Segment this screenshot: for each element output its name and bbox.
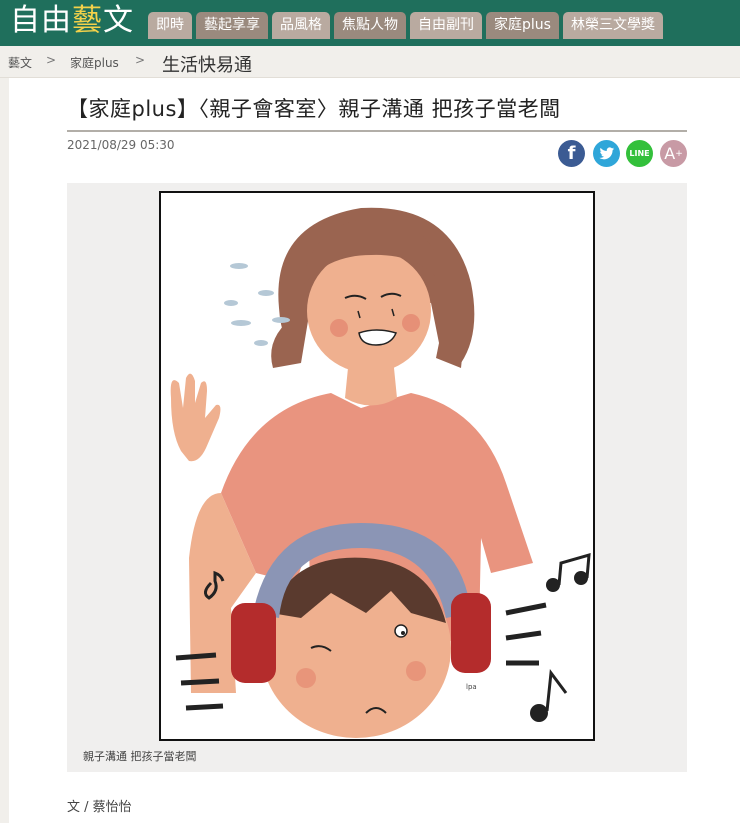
line-share-button[interactable]: LINE [626, 140, 653, 167]
tab-style[interactable]: 品風格 [272, 12, 330, 39]
site-logo[interactable]: 自由藝文 [10, 4, 134, 38]
breadcrumb: 藝文 > 家庭plus > 生活快易通 [0, 46, 740, 78]
article-image-block: lpa 親子溝通 把孩子當老闆 [67, 183, 687, 772]
article-illustration[interactable]: lpa [159, 191, 595, 741]
breadcrumb-home[interactable]: 藝文 [8, 54, 32, 71]
line-icon: LINE [629, 149, 650, 158]
tab-supplement[interactable]: 自由副刊 [410, 12, 482, 39]
twitter-share-button[interactable] [593, 140, 620, 167]
twitter-bird-icon [598, 146, 614, 159]
font-size-button[interactable]: A + [660, 140, 687, 167]
image-caption: 親子溝通 把孩子當老闆 [83, 750, 197, 763]
article-date: 2021/08/29 05:30 [67, 138, 175, 152]
logo-text-end: 文 [103, 3, 134, 38]
illustrator-signature: lpa [466, 683, 477, 691]
breadcrumb-separator: > [46, 53, 57, 67]
font-size-icon: A [664, 144, 676, 163]
article-author: 文 / 蔡怡怡 [67, 800, 132, 815]
main-nav: 即時 藝起享享 品風格 焦點人物 自由副刊 家庭plus 林榮三文學獎 [148, 12, 663, 39]
facebook-share-button[interactable]: f [558, 140, 585, 167]
title-divider [67, 130, 687, 132]
article-title: 【家庭plus】〈親子會客室〉親子溝通 把孩子當老闆 [67, 97, 561, 121]
breadcrumb-current: 生活快易通 [162, 55, 252, 76]
tab-literary-award[interactable]: 林榮三文學獎 [562, 12, 663, 39]
logo-text-main: 自由 [10, 3, 72, 38]
breadcrumb-section[interactable]: 家庭plus [70, 54, 119, 71]
tab-family-plus[interactable]: 家庭plus [486, 12, 559, 39]
site-header: 自由藝文 即時 藝起享享 品風格 焦點人物 自由副刊 家庭plus 林榮三文學獎 [0, 0, 740, 46]
breadcrumb-separator: > [135, 53, 146, 67]
tab-art-share[interactable]: 藝起享享 [196, 12, 268, 39]
logo-text-accent: 藝 [72, 3, 103, 38]
tab-instant[interactable]: 即時 [148, 12, 192, 39]
left-gutter [0, 78, 9, 823]
tab-people[interactable]: 焦點人物 [334, 12, 406, 39]
facebook-icon: f [567, 143, 576, 164]
parent-child-illustration: lpa [170, 207, 591, 738]
font-size-plus-icon: + [675, 148, 683, 159]
